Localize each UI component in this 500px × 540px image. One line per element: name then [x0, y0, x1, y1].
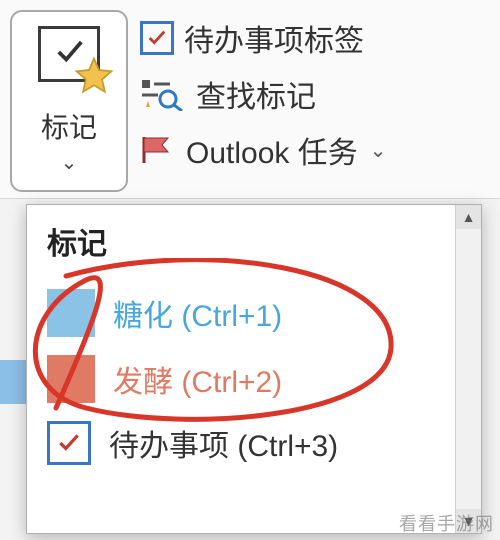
todo-tag-item[interactable]: 待办事项标签	[140, 14, 492, 62]
tag-button-label: 标记	[41, 106, 97, 146]
ribbon-side-menu: 待办事项标签 查找标记 Outlook 任务 ⌄	[140, 10, 492, 174]
color-swatch-red	[47, 355, 95, 403]
scroll-track[interactable]	[456, 229, 481, 509]
chevron-down-icon: ⌄	[370, 138, 387, 163]
tag-icon	[38, 26, 100, 82]
todo-tag-label: 待办事项标签	[184, 16, 364, 60]
tag-option-label: 发酵 (Ctrl+2)	[113, 357, 282, 401]
outlook-task-label: Outlook 任务	[186, 128, 358, 172]
color-swatch-blue	[47, 289, 95, 337]
scroll-up-button[interactable]: ▲	[456, 205, 481, 229]
star-icon	[73, 55, 115, 97]
tag-option-ferment[interactable]: 发酵 (Ctrl+2)	[47, 347, 443, 413]
find-tag-label: 查找标记	[196, 72, 316, 116]
background-strip	[0, 360, 26, 404]
dropdown-body: 标记 糖化 (Ctrl+1) 发酵 (Ctrl+2) 待办事项 (Ctrl+3)	[27, 205, 455, 533]
flag-icon	[140, 135, 176, 165]
tag-option-label: 糖化 (Ctrl+1)	[113, 291, 282, 335]
find-tag-item[interactable]: 查找标记	[140, 70, 492, 118]
checkbox-icon	[47, 421, 91, 465]
scroll-down-button[interactable]: ▼	[456, 509, 481, 533]
tag-option-sugar[interactable]: 糖化 (Ctrl+1)	[47, 281, 443, 347]
tag-dropdown-button[interactable]: 标记 ⌄	[10, 10, 128, 192]
chevron-down-icon: ⌄	[61, 150, 78, 175]
checkbox-icon	[140, 21, 174, 55]
tag-option-label: 待办事项 (Ctrl+3)	[109, 421, 338, 465]
tag-option-todo[interactable]: 待办事项 (Ctrl+3)	[47, 413, 443, 475]
ribbon: 标记 ⌄ 待办事项标签 查找标记	[0, 0, 500, 199]
outlook-task-item[interactable]: Outlook 任务 ⌄	[140, 126, 492, 174]
tag-dropdown-panel: 标记 糖化 (Ctrl+1) 发酵 (Ctrl+2) 待办事项 (Ctrl+3)…	[26, 204, 482, 534]
dropdown-title: 标记	[47, 219, 443, 263]
scrollbar[interactable]: ▲ ▼	[455, 205, 481, 533]
find-tag-icon	[140, 77, 186, 111]
